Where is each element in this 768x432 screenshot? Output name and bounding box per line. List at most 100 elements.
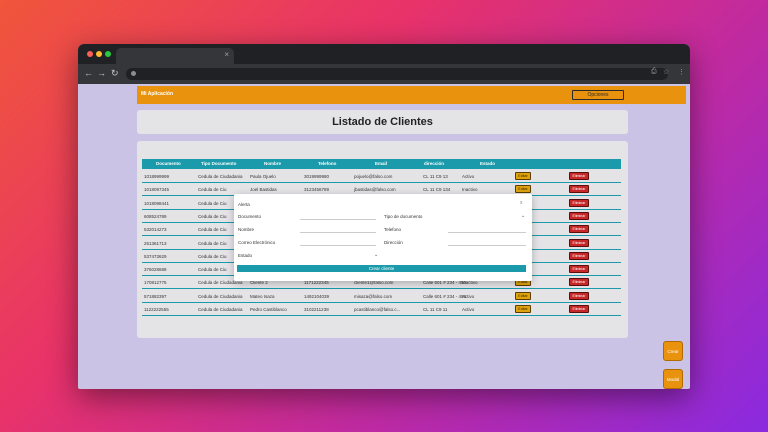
reload-icon[interactable]: ↻ xyxy=(111,68,119,79)
delete-button[interactable]: Eliminar xyxy=(569,278,589,287)
cell-email: cliente1@falso.com xyxy=(354,280,394,286)
header-email: Email xyxy=(375,161,388,166)
cell-telefono: 3019999980 xyxy=(304,174,330,179)
cell-nombre: Mateo Isaza xyxy=(250,293,275,299)
telefono-field[interactable] xyxy=(448,225,526,233)
table-row: 1122222555 Cedula de Ciudadania Pedro Cast… xyxy=(142,303,621,316)
menu-icon[interactable]: ⋮ xyxy=(678,68,685,76)
cell-tipo: Cedula de Ciu xyxy=(198,213,227,219)
header-documento: Documento xyxy=(156,161,181,166)
cell-estado: Inactivo xyxy=(462,187,478,193)
cell-estado: Inactivo xyxy=(462,280,478,286)
cell-estado: Activo xyxy=(462,293,475,299)
back-icon[interactable]: ← xyxy=(84,68,93,78)
modal-title: Alerta xyxy=(238,202,250,207)
chevron-down-icon[interactable]: ⌄ xyxy=(374,252,378,258)
maximize-window-icon[interactable] xyxy=(105,51,111,57)
header-telefono: Telefono xyxy=(318,161,337,166)
close-window-icon[interactable] xyxy=(87,51,93,57)
options-button[interactable]: Opciones xyxy=(572,90,624,100)
cell-telefono: 1171222345 xyxy=(304,280,329,286)
page-title: Listado de Clientes xyxy=(332,116,433,128)
close-icon[interactable]: x xyxy=(520,200,523,206)
header-tipo-documento: Tipo Documento xyxy=(201,161,237,166)
bookmark-icon[interactable]: ☆ xyxy=(663,68,669,76)
delete-button[interactable]: Eliminar xyxy=(569,305,589,313)
create-client-modal: Alerta x Documento Tipo de documento ⌄ N… xyxy=(234,194,532,281)
site-info-icon[interactable] xyxy=(131,71,136,76)
cell-nombre: Pedro Castiblanco xyxy=(250,307,287,312)
nombre-label: Nombre xyxy=(238,227,255,232)
cell-tipo: Cedula de Ciudadania xyxy=(198,280,243,286)
direccion-label: Dirección xyxy=(384,240,403,245)
table-row: 1018999999 Cedula de Ciudadania Paula Ojue… xyxy=(142,170,621,183)
address-bar[interactable] xyxy=(126,68,668,80)
chevron-down-icon[interactable]: ⌄ xyxy=(521,213,525,219)
cell-nombre: Paula Ojuelo xyxy=(250,174,276,179)
delete-button[interactable]: Eliminar xyxy=(569,211,589,220)
cell-tipo: Cedula de Ciu xyxy=(198,240,227,246)
cell-documento: 251361713 xyxy=(144,240,167,246)
nombre-field[interactable] xyxy=(300,225,376,233)
forward-icon[interactable]: → xyxy=(97,68,106,78)
delete-button[interactable]: Eliminar xyxy=(569,185,589,194)
page-title-card: Listado de Clientes xyxy=(137,110,628,134)
minimize-window-icon[interactable] xyxy=(96,51,102,57)
install-app-icon[interactable]: ⎙ xyxy=(651,68,657,76)
cell-documento: 571882397 xyxy=(144,293,167,299)
cell-telefono: 3102211238 xyxy=(304,307,329,312)
cell-documento: 1018097345 xyxy=(144,187,170,193)
header-estado: Estado xyxy=(480,161,496,166)
create-client-button[interactable]: Crear cliente xyxy=(237,265,526,272)
crear-float-button[interactable]: Crear xyxy=(663,341,683,361)
documento-label: Documento xyxy=(238,214,262,219)
cell-nombre: Joel Bastidas xyxy=(250,187,277,193)
cell-direccion: CL 11 C9 134 xyxy=(423,187,451,193)
cell-direccion: Calle 601 # 234 - 456 xyxy=(423,293,467,299)
table-header: Documento Tipo Documento Nombre Telefono… xyxy=(142,159,621,169)
delete-button[interactable]: Eliminar xyxy=(569,172,589,180)
delete-button[interactable]: Eliminar xyxy=(569,238,589,247)
edit-button[interactable]: Editar xyxy=(515,185,531,194)
cell-tipo: Cedula de Ciu xyxy=(198,267,227,273)
delete-button[interactable]: Eliminar xyxy=(569,225,589,234)
cell-email: pcastiblanco@falso.c... xyxy=(354,307,401,312)
modal-float-button[interactable]: Modal xyxy=(663,369,683,389)
cell-documento: 1018999999 xyxy=(144,174,170,179)
cell-tipo: Cedula de Ciudadania xyxy=(198,293,243,299)
email-field[interactable] xyxy=(300,238,376,246)
estado-label: Estado xyxy=(238,253,253,258)
cell-documento: 537473629 xyxy=(144,253,167,259)
delete-button[interactable]: Eliminar xyxy=(569,198,589,207)
browser-toolbar: ← → ↻ ⎙ ☆ ⋮ xyxy=(78,64,690,84)
cell-tipo: Cedula de Ciu xyxy=(198,253,227,259)
telefono-label: Telefono xyxy=(384,227,402,232)
edit-button[interactable]: Editar xyxy=(515,305,531,313)
cell-tipo: Cedula de Ciudadania xyxy=(198,307,243,312)
cell-direccion: Calle 601 # 234 - 456 xyxy=(423,280,467,286)
edit-button[interactable]: Editar xyxy=(515,172,531,180)
cell-email: misaza@falso.com xyxy=(354,293,393,299)
email-label: Correo Electrónico xyxy=(238,240,276,245)
cell-documento: 532014273 xyxy=(144,227,167,233)
cell-documento: 1122222555 xyxy=(144,307,169,312)
cell-email: jbastidas@falso.com xyxy=(354,187,396,193)
browser-window: × ← → ↻ ⎙ ☆ ⋮ Mi Aplicación Opciones Lis… xyxy=(78,44,690,389)
table-row: 571882397 Cedula de Ciudadania Mateo Isaza… xyxy=(142,290,621,303)
documento-field[interactable] xyxy=(300,212,376,220)
direccion-field[interactable] xyxy=(448,238,526,246)
delete-button[interactable]: Eliminar xyxy=(569,291,589,300)
cell-telefono: 1492104039 xyxy=(304,293,330,299)
edit-button[interactable]: Editar xyxy=(515,291,531,300)
cell-documento: 1018098441 xyxy=(144,200,170,206)
delete-button[interactable]: Eliminar xyxy=(569,265,589,274)
cell-tipo: Cedula de Ciudadania xyxy=(198,174,243,179)
app-title[interactable]: Mi Aplicación xyxy=(141,91,173,97)
cell-estado: Activo xyxy=(462,174,475,179)
cell-estado: Activo xyxy=(462,307,475,312)
header-direccion: dirección xyxy=(424,161,445,166)
tab-close-icon[interactable]: × xyxy=(224,50,229,59)
browser-tab[interactable]: × xyxy=(116,48,234,64)
delete-button[interactable]: Eliminar xyxy=(569,251,589,260)
tipo-documento-label: Tipo de documento xyxy=(384,214,423,219)
